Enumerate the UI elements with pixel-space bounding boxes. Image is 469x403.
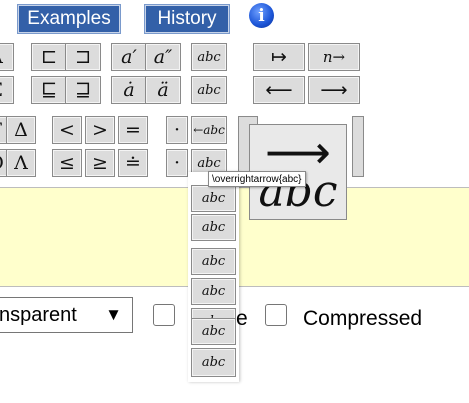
symbol-button-less-than[interactable]: < bbox=[52, 116, 82, 144]
tooltip: \overrightarrow{abc} bbox=[208, 171, 306, 187]
transparent-label: e bbox=[236, 307, 248, 330]
compressed-checkbox[interactable] bbox=[265, 304, 287, 326]
dropdown-symbol-7[interactable]: abc bbox=[191, 348, 236, 377]
dropdown-symbol-3[interactable]: abc bbox=[191, 248, 236, 275]
symbol-button-mapsto[interactable]: ↦ bbox=[253, 43, 305, 71]
symbol-button-longleftarrow[interactable]: ⟵ bbox=[253, 76, 305, 104]
symbol-button-leq[interactable]: ≤ bbox=[52, 149, 82, 177]
symbol-button-geq[interactable]: ≥ bbox=[85, 149, 115, 177]
background-select-value: nsparent bbox=[0, 303, 77, 326]
symbol-button-ldots[interactable]: · bbox=[166, 149, 188, 177]
chevron-down-icon: ▼ bbox=[105, 305, 122, 324]
symbol-button-sqsubset[interactable]: ⊏ bbox=[31, 43, 67, 71]
symbol-button-overleftarrow[interactable]: ←abc bbox=[191, 116, 227, 144]
symbol-button-greater-than[interactable]: > bbox=[85, 116, 115, 144]
symbol-button-delta[interactable]: Δ bbox=[6, 116, 36, 144]
symbol-button-sqsupset[interactable]: ⊐ bbox=[65, 43, 101, 71]
symbol-button-prime[interactable]: a′ bbox=[111, 43, 147, 71]
history-button[interactable]: History bbox=[144, 4, 230, 34]
dropdown-symbol-6[interactable]: abc bbox=[191, 318, 236, 345]
symbol-button-widetilde[interactable]: abc bbox=[191, 43, 227, 71]
symbol-button-sqsubseteq[interactable]: ⊑ bbox=[31, 76, 67, 104]
symbol-button-sqsupseteq[interactable]: ⊒ bbox=[65, 76, 101, 104]
symbol-button-lambda[interactable]: Λ bbox=[0, 43, 14, 71]
compressed-label: Compressed bbox=[303, 307, 423, 330]
symbol-button-xi[interactable]: Ξ bbox=[0, 76, 14, 104]
symbol-button-ddot-accent[interactable]: ä bbox=[145, 76, 181, 104]
symbol-button-equals[interactable]: = bbox=[118, 116, 148, 144]
transparent-checkbox[interactable] bbox=[153, 304, 175, 326]
symbol-button-doteq[interactable]: ≐ bbox=[118, 149, 148, 177]
background-select[interactable]: nsparent ▼ bbox=[0, 297, 133, 333]
symbol-button-longrightarrow[interactable]: ⟶ bbox=[308, 76, 360, 104]
symbol-button-cdot[interactable]: · bbox=[166, 116, 188, 144]
dropdown-symbol-2[interactable]: abc bbox=[191, 214, 236, 241]
symbol-button-n-to[interactable]: n→ bbox=[308, 43, 360, 71]
info-icon[interactable]: i bbox=[249, 3, 274, 28]
palette-pad-right bbox=[352, 116, 364, 177]
dropdown-symbol-4[interactable]: abc bbox=[191, 278, 236, 305]
symbol-button-double-prime[interactable]: a″ bbox=[145, 43, 181, 71]
symbol-button-dot-accent[interactable]: ȧ bbox=[111, 76, 147, 104]
examples-button[interactable]: Examples bbox=[17, 4, 121, 34]
symbol-button-lambda-upper[interactable]: Λ bbox=[6, 149, 36, 177]
symbol-button-widehat[interactable]: abc bbox=[191, 76, 227, 104]
dropdown-symbol-1[interactable]: abc bbox=[191, 185, 236, 212]
